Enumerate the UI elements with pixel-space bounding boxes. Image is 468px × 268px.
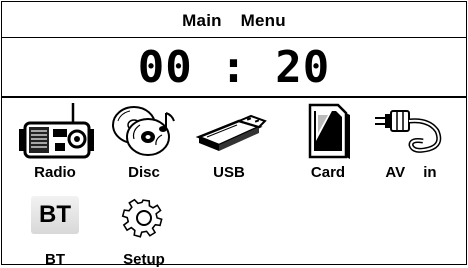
menu-item-label: Radio (34, 164, 76, 181)
menu-item-card[interactable]: Card (288, 101, 368, 181)
menu-item-label: BT (45, 251, 65, 268)
clock-time: 00 : 20 (138, 42, 330, 93)
usb-icon (195, 114, 267, 151)
clock-panel: 00 : 20 (2, 38, 466, 98)
menu-item-radio[interactable]: Radio (15, 101, 95, 181)
main-menu-window: Main Menu 00 : 20 Radio Disc USB Card AV… (1, 1, 467, 268)
av-cable-icon (375, 110, 442, 153)
page-title: Main Menu (182, 11, 286, 30)
gear-icon (121, 198, 163, 238)
menu-item-disc[interactable]: Disc (104, 101, 184, 181)
menu-item-label: USB (213, 164, 245, 181)
menu-grid: Radio Disc USB Card AV in BT BT Setup (2, 98, 466, 268)
sd-card-icon (308, 103, 350, 159)
menu-item-usb[interactable]: USB (189, 101, 269, 181)
radio-icon (19, 103, 94, 159)
menu-item-av-in[interactable]: AV in (371, 101, 451, 181)
bt-icon-text: BT (39, 201, 71, 228)
title-bar: Main Menu (2, 2, 466, 38)
clock-display: 00 : 20 (138, 42, 330, 93)
menu-item-label: AV in (385, 164, 437, 181)
menu-item-label: Setup (123, 251, 165, 268)
bluetooth-icon: BT (31, 196, 79, 234)
disc-icon (112, 106, 175, 156)
menu-item-setup[interactable]: Setup (104, 188, 184, 268)
menu-item-label: Card (310, 164, 346, 181)
menu-item-label: Disc (128, 164, 160, 181)
menu-item-bt[interactable]: BT BT (15, 188, 95, 268)
